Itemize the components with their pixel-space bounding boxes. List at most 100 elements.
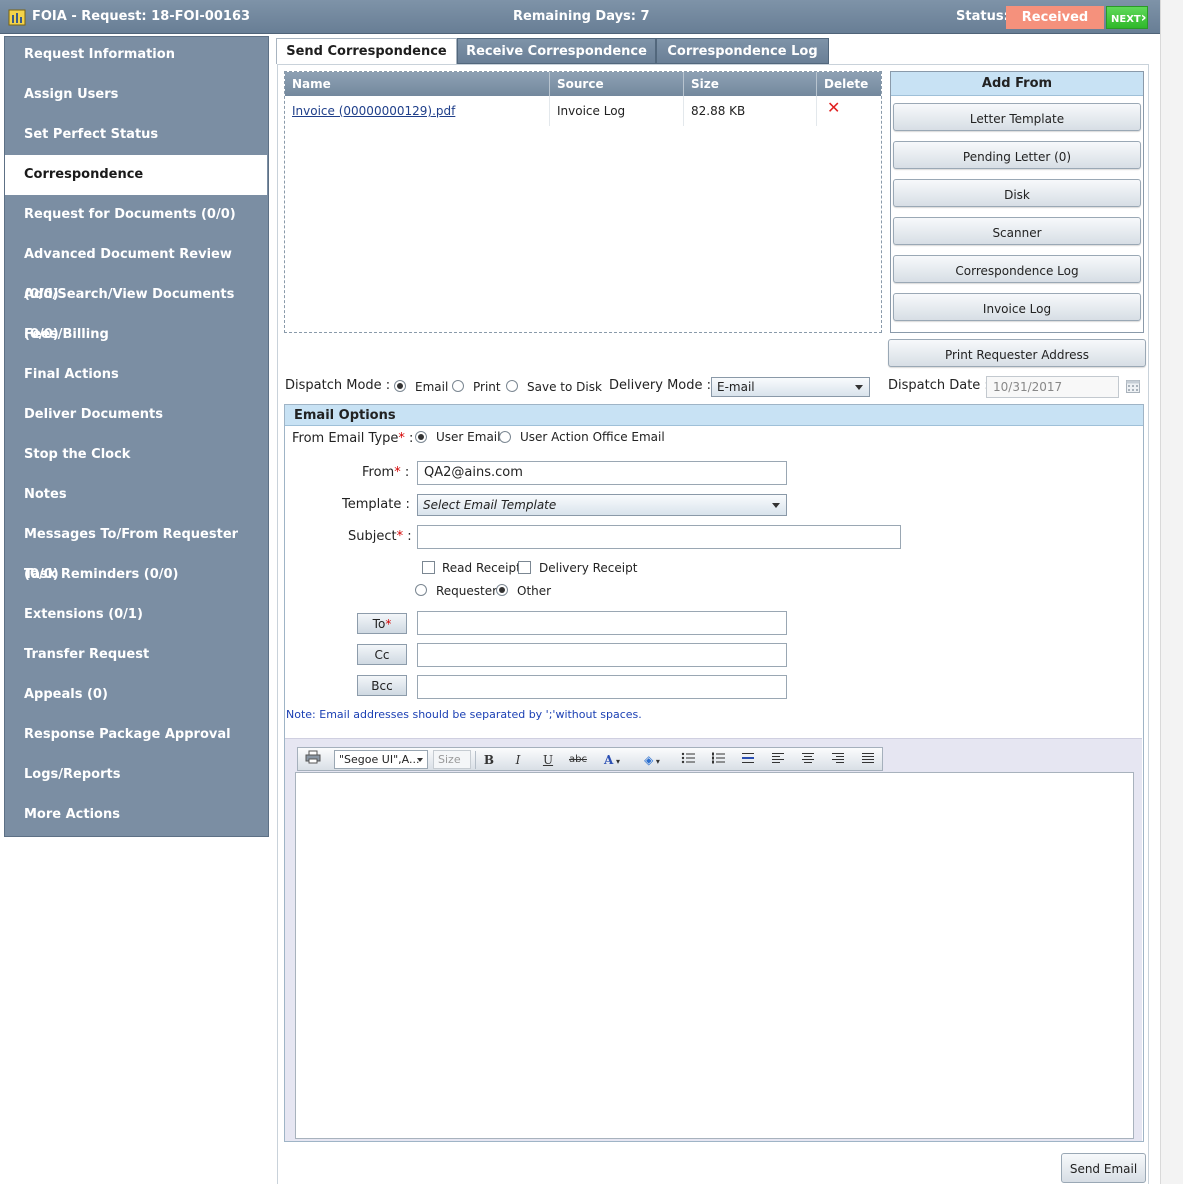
sidebar-item-response-package-approval[interactable]: Response Package Approval [5,715,267,755]
print-requester-address-button[interactable]: Print Requester Address [888,339,1146,367]
underline-icon[interactable]: U [537,750,559,770]
tab-correspondence-log[interactable]: Correspondence Log [656,38,829,64]
email-template-select[interactable]: Select Email Template [417,494,787,516]
delete-icon[interactable]: ✕ [817,96,881,126]
tab-send-correspondence[interactable]: Send Correspondence [276,38,457,64]
tab-receive-correspondence[interactable]: Receive Correspondence [457,38,656,64]
email-template-placeholder: Select Email Template [423,498,557,512]
user-email-radio[interactable] [415,431,427,443]
chevron-down-icon [855,385,863,390]
other-label: Other [517,584,552,598]
invoice-log-button[interactable]: Invoice Log [893,293,1141,321]
email-body-textarea[interactable] [295,772,1134,1139]
email-note: Note: Email addresses should be separate… [286,708,642,721]
strikethrough-icon[interactable]: abc [567,750,589,770]
dispatch-email-radio[interactable] [394,380,406,392]
sidebar-item-messages-to-from-requester-0-0[interactable]: Messages To/From Requester (0/0) [5,515,267,582]
font-size-select[interactable]: Size [433,750,471,769]
read-receipt-checkbox[interactable] [422,561,435,574]
from-input[interactable]: QA2@ains.com [417,461,787,485]
subject-input[interactable] [417,525,901,549]
correspondence-log-button[interactable]: Correspondence Log [893,255,1141,283]
chevron-down-icon [772,503,780,508]
user-email-label: User Email [436,430,501,444]
cc-button[interactable]: Cc [357,644,407,665]
bcc-button[interactable]: Bcc [357,675,407,696]
font-family-select[interactable]: "Segoe UI",A... [334,750,428,769]
delivery-receipt-checkbox[interactable] [518,561,531,574]
sidebar-item-stop-the-clock[interactable]: Stop the Clock [5,435,267,475]
sidebar-item-extensions-0-1[interactable]: Extensions (0/1) [5,595,267,635]
delivery-mode-select[interactable]: E-mail [711,377,870,397]
email-options-title: Email Options [285,405,1143,426]
italic-icon[interactable]: I [507,750,529,770]
scanner-button[interactable]: Scanner [893,217,1141,245]
dispatch-save-radio[interactable] [506,380,518,392]
sidebar-item-logs-reports[interactable]: Logs/Reports [5,755,267,795]
dispatch-print-radio[interactable] [452,380,464,392]
pending-letter-button[interactable]: Pending Letter (0) [893,141,1141,169]
to-button[interactable]: To* [357,613,407,634]
sidebar-item-appeals-0[interactable]: Appeals (0) [5,675,267,715]
calendar-icon[interactable] [1126,380,1140,393]
action-office-email-label: User Action Office Email [520,430,665,444]
disk-button[interactable]: Disk [893,179,1141,207]
requester-radio[interactable] [415,584,427,596]
column-header-size[interactable]: Size [684,72,817,96]
sidebar-item-notes[interactable]: Notes [5,475,267,515]
sidebar-item-more-actions[interactable]: More Actions [5,795,267,835]
toolbar-divider [475,751,476,769]
sidebar-item-final-actions[interactable]: Final Actions [5,355,267,395]
font-family-value: "Segoe UI",A... [339,753,420,766]
bullet-list-icon[interactable] [677,750,699,770]
attachment-link[interactable]: Invoice (00000000129).pdf [285,96,550,126]
send-email-button[interactable]: Send Email [1061,1153,1146,1183]
status-label: Status: [956,9,1009,24]
next-label: NEXT [1111,14,1141,25]
action-office-email-radio[interactable] [499,431,511,443]
dispatch-date-label: Dispatch Date : [888,378,989,393]
sidebar-item-set-perfect-status[interactable]: Set Perfect Status [5,115,267,155]
status-badge: Received [1006,6,1104,29]
cc-input[interactable] [417,643,787,667]
read-receipt-label: Read Receipt [442,561,521,575]
dispatch-date-input[interactable]: 10/31/2017 [986,376,1119,398]
sidebar-item-request-for-documents-0-0[interactable]: Request for Documents (0/0) [5,195,267,235]
numbered-list-icon[interactable] [707,750,729,770]
highlight-icon[interactable]: ◈ ▾ [637,750,667,770]
align-center-icon[interactable] [797,750,819,770]
next-button[interactable]: NEXT› [1106,6,1148,29]
add-from-title: Add From [891,72,1143,96]
justify-icon[interactable] [857,750,879,770]
other-radio[interactable] [496,584,508,596]
bcc-input[interactable] [417,675,787,699]
letter-template-button[interactable]: Letter Template [893,103,1141,131]
sidebar-item-task-reminders-0-0[interactable]: Task Reminders (0/0) [5,555,267,595]
column-header-name[interactable]: Name [285,72,550,96]
sidebar-item-transfer-request[interactable]: Transfer Request [5,635,267,675]
sidebar-item-add-search-view-documents-0-0[interactable]: Add/Search/View Documents (0/0) [5,275,267,342]
align-left-icon[interactable] [767,750,789,770]
to-input[interactable] [417,611,787,635]
sidebar-item-correspondence[interactable]: Correspondence [5,155,267,195]
attachment-source: Invoice Log [550,96,684,126]
sidebar-item-request-information[interactable]: Request Information [5,35,267,75]
column-header-source[interactable]: Source [550,72,684,96]
grid-header: Name Source Size Delete [285,72,881,96]
delivery-mode-label: Delivery Mode : [609,378,712,393]
dispatch-save-label: Save to Disk [527,380,602,394]
bold-icon[interactable]: B [478,750,500,770]
sidebar-item-fees-billing[interactable]: Fees/Billing [5,315,267,355]
sidebar-item-advanced-document-review-0-0[interactable]: Advanced Document Review (0/0) [5,235,267,302]
sidebar-item-assign-users[interactable]: Assign Users [5,75,267,115]
sidebar-item-deliver-documents[interactable]: Deliver Documents [5,395,267,435]
font-color-icon[interactable]: A ▾ [597,750,627,770]
dispatch-email-label: Email [415,380,449,394]
attachment-size: 82.88 KB [684,96,817,126]
line-spacing-icon[interactable] [737,750,759,770]
attachments-grid: Name Source Size Delete Invoice (0000000… [284,71,882,333]
from-label: From* : [362,465,410,480]
align-right-icon[interactable] [827,750,849,770]
requester-label: Requester [436,584,498,598]
print-icon[interactable] [302,750,324,770]
